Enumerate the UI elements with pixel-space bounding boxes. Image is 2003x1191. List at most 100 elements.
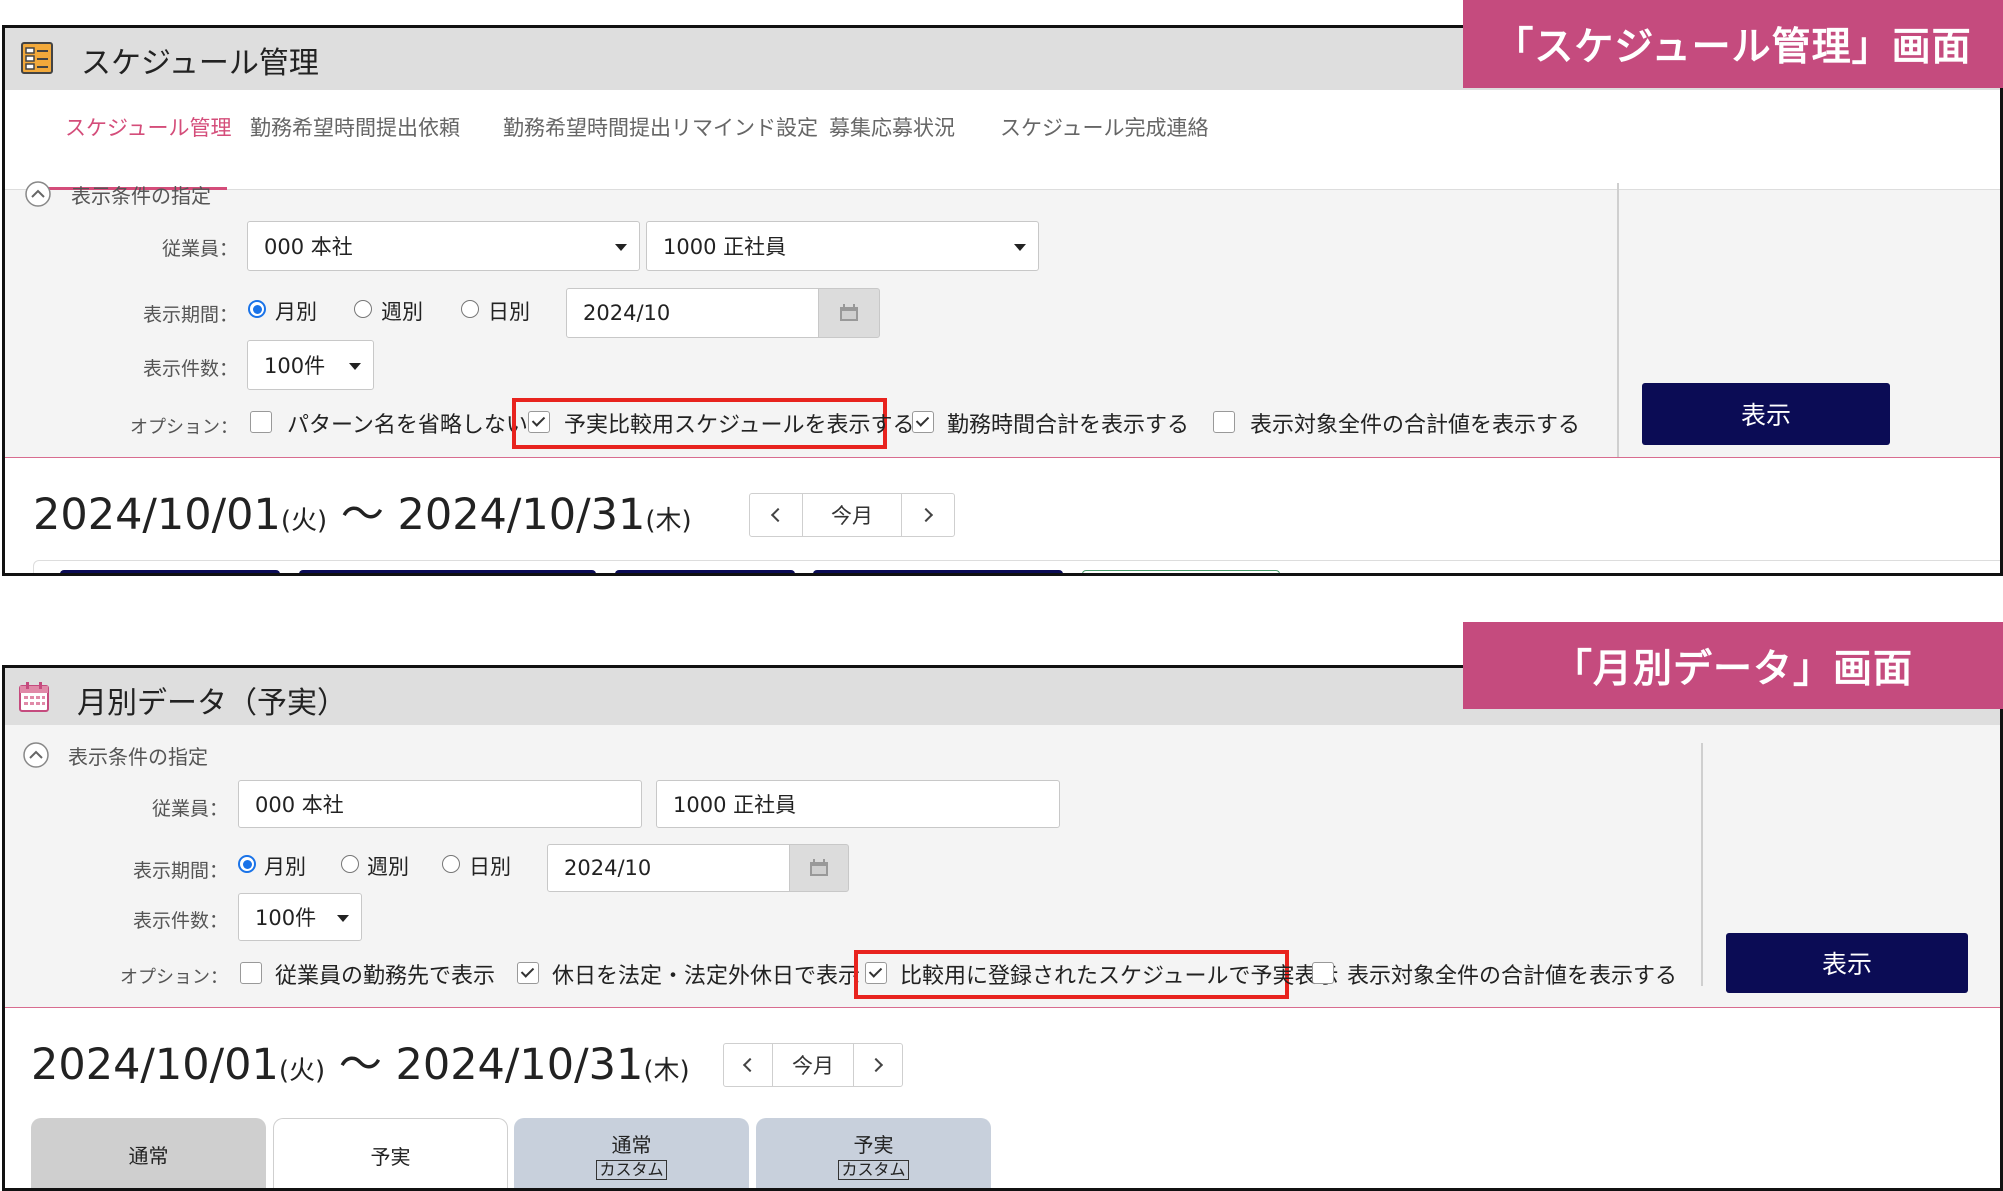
next-month-button[interactable] — [854, 1044, 902, 1086]
checkbox-compare-registered[interactable] — [865, 962, 887, 984]
chevron-up-circle-icon[interactable] — [22, 741, 50, 769]
date-separator: 〜 — [338, 1040, 382, 1090]
chevron-right-icon — [918, 507, 934, 523]
month-pager: 今月 — [749, 493, 955, 537]
checkbox-holiday-legal[interactable] — [517, 962, 539, 984]
date-end-day: (木) — [645, 506, 692, 536]
results-area: 2024/10/01(火) 〜 2024/10/31(木) 今月 — [5, 457, 2000, 573]
tab-plan-actual-label: 予実 — [370, 1145, 411, 1169]
period-date-input[interactable]: 2024/10 — [566, 288, 820, 338]
checkbox-all-totals[interactable] — [1312, 962, 1334, 984]
page-title: 月別データ（予実） — [77, 686, 347, 721]
tab-custom-tag: カスタム — [838, 1159, 909, 1180]
date-start-day: (火) — [280, 506, 328, 536]
tab-plan-actual-custom-label: 予実 — [853, 1132, 894, 1157]
date-start: 2024/10/01 — [31, 1040, 279, 1090]
toolbar-button[interactable] — [813, 570, 1063, 573]
tab-plan-actual[interactable]: 予実 — [273, 1118, 508, 1188]
toolbar-button[interactable] — [615, 570, 795, 573]
monthly-data-screen: 月別データ（予実） 表示条件の指定 従業員： 000 本社 1000 正社員 表… — [2, 665, 2003, 1191]
employee-office-select[interactable]: 000 本社 — [247, 221, 640, 271]
tab-work-request[interactable]: 勤務希望時間提出依頼 — [250, 112, 460, 142]
toolbar-button[interactable] — [60, 570, 280, 573]
results-area: 2024/10/01(火) 〜 2024/10/31(木) 今月 通常 予実 通… — [5, 1007, 2000, 1188]
radio-weekly[interactable] — [341, 855, 359, 873]
chevron-down-icon — [349, 363, 361, 370]
radio-monthly[interactable] — [238, 855, 256, 873]
show-button[interactable]: 表示 — [1726, 933, 1968, 993]
count-select[interactable]: 100件 — [247, 340, 374, 390]
tab-schedule-complete-notice[interactable]: スケジュール完成連絡 — [1000, 112, 1209, 142]
radio-monthly-label: 月別 — [275, 300, 317, 324]
screen-banner: 「月別データ」画面 — [1463, 622, 2003, 709]
prev-month-button[interactable] — [724, 1044, 772, 1086]
count-select[interactable]: 100件 — [238, 893, 362, 941]
employee-office-value: 000 本社 — [255, 793, 344, 817]
check-icon — [868, 964, 883, 978]
employee-office-value: 000 本社 — [264, 235, 353, 259]
tab-schedule-management[interactable]: スケジュール管理 — [65, 112, 232, 142]
date-separator: 〜 — [340, 490, 384, 540]
radio-daily[interactable] — [442, 855, 460, 873]
checkbox-total-hours-label: 勤務時間合計を表示する — [947, 413, 1190, 438]
date-start-day: (火) — [278, 1056, 326, 1086]
chevron-down-icon — [615, 244, 627, 251]
tab-remind-settings[interactable]: 勤務希望時間提出リマインド設定 — [503, 112, 818, 142]
employee-type-value: 1000 正社員 — [673, 793, 797, 817]
calendar-icon — [19, 682, 49, 712]
checkbox-compare-schedule[interactable] — [528, 411, 550, 433]
date-end: 2024/10/31 — [395, 1040, 644, 1090]
options-label: オプション： — [130, 417, 238, 438]
checkbox-all-totals-label: 表示対象全件の合計値を表示する — [1347, 964, 1678, 989]
chevron-up-circle-icon[interactable] — [24, 180, 52, 208]
checkbox-all-totals[interactable] — [1213, 411, 1235, 433]
current-month-button[interactable]: 今月 — [802, 494, 902, 536]
calendar-picker-button[interactable] — [818, 288, 880, 338]
chevron-left-icon — [770, 507, 786, 523]
calendar-picker-button[interactable] — [789, 844, 849, 892]
radio-monthly[interactable] — [248, 300, 266, 318]
period-date-input[interactable]: 2024/10 — [547, 844, 791, 892]
tab-plan-actual-custom[interactable]: 予実 カスタム — [756, 1118, 991, 1188]
checkbox-pattern-name-label: パターン名を省略しない — [287, 413, 528, 438]
count-value: 100件 — [255, 906, 317, 930]
period-label: 表示期間： — [132, 860, 228, 882]
next-month-button[interactable] — [902, 494, 954, 536]
tab-custom-tag: カスタム — [596, 1159, 667, 1180]
filter-header: 表示条件の指定 — [68, 745, 208, 769]
check-icon — [531, 413, 546, 427]
calendar-icon — [840, 304, 858, 321]
employee-label: 従業員： — [151, 798, 228, 820]
tab-normal-custom[interactable]: 通常 カスタム — [514, 1118, 749, 1188]
tab-normal[interactable]: 通常 — [31, 1118, 266, 1188]
schedule-list-icon — [21, 42, 53, 74]
employee-type-select[interactable]: 1000 正社員 — [646, 221, 1039, 271]
radio-weekly-label: 週別 — [381, 300, 423, 324]
date-start: 2024/10/01 — [33, 490, 281, 540]
radio-weekly[interactable] — [354, 300, 372, 318]
radio-daily-label: 日別 — [469, 855, 511, 879]
prev-month-button[interactable] — [750, 494, 802, 536]
toolbar-button[interactable] — [299, 570, 596, 573]
tab-recruitment-status[interactable]: 募集応募状況 — [829, 112, 955, 142]
schedule-management-screen: スケジュール管理 スケジュール管理 勤務希望時間提出依頼 勤務希望時間提出リマイ… — [2, 25, 2003, 576]
current-month-button[interactable]: 今月 — [772, 1044, 854, 1086]
date-range: 2024/10/01(火) 〜 2024/10/31(木) — [33, 480, 692, 542]
checkbox-total-hours[interactable] — [912, 411, 934, 433]
radio-daily-label: 日別 — [488, 300, 530, 324]
toolbar-button[interactable] — [1082, 570, 1280, 573]
screen-banner: 「スケジュール管理」画面 — [1463, 0, 2003, 88]
checkbox-employee-workplace[interactable] — [240, 962, 262, 984]
checkbox-holiday-legal-label: 休日を法定・法定外休日で表示 — [552, 964, 861, 989]
show-button[interactable]: 表示 — [1642, 383, 1890, 445]
employee-office-field[interactable]: 000 本社 — [238, 780, 642, 828]
date-end: 2024/10/31 — [397, 490, 646, 540]
employee-type-field[interactable]: 1000 正社員 — [656, 780, 1060, 828]
radio-monthly-label: 月別 — [264, 855, 306, 879]
radio-daily[interactable] — [461, 300, 479, 318]
check-icon — [915, 413, 930, 427]
checkbox-pattern-name[interactable] — [250, 411, 272, 433]
checkbox-employee-workplace-label: 従業員の勤務先で表示 — [275, 964, 496, 989]
tab-normal-label: 通常 — [128, 1143, 169, 1168]
chevron-right-icon — [868, 1057, 884, 1073]
